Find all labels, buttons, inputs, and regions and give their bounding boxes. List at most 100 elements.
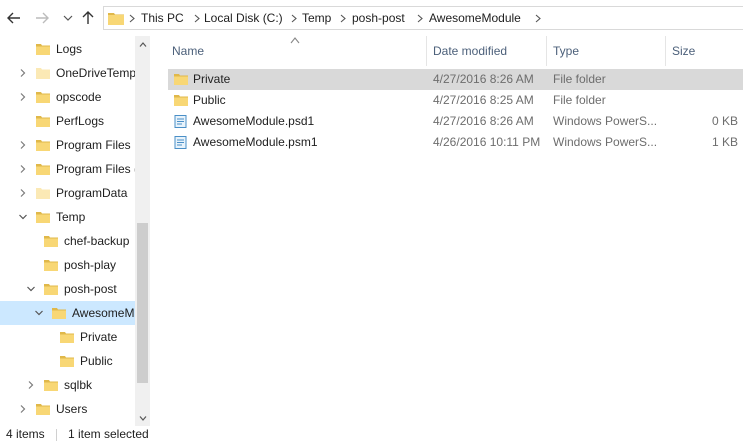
file-list-pane: Name Date modified Type Size Private 4/27… bbox=[150, 36, 743, 426]
column-header-date-modified[interactable]: Date modified bbox=[427, 36, 546, 66]
back-arrow-icon bbox=[7, 12, 20, 24]
up-arrow-icon bbox=[82, 11, 94, 24]
nav-tree-label: Users bbox=[56, 402, 88, 416]
nav-tree-item[interactable]: ProgramData bbox=[0, 181, 135, 205]
file-date-modified: 4/27/2016 8:25 AM bbox=[433, 93, 534, 107]
file-row[interactable]: Private 4/27/2016 8:26 AM File folder bbox=[168, 69, 743, 90]
nav-tree-item[interactable]: AwesomeM bbox=[0, 301, 135, 325]
nav-tree-label: opscode bbox=[56, 90, 102, 104]
chevron-right-icon[interactable] bbox=[18, 92, 28, 102]
folder-icon bbox=[36, 116, 50, 127]
file-row[interactable]: Public 4/27/2016 8:25 AM File folder bbox=[168, 90, 743, 111]
chevron-down-icon[interactable] bbox=[34, 308, 44, 318]
nav-tree-item[interactable]: chef-backup bbox=[0, 229, 135, 253]
chevron-down-icon[interactable] bbox=[18, 212, 28, 222]
file-size: 0 KB bbox=[711, 114, 738, 128]
nav-tree-item[interactable]: PerfLogs bbox=[0, 109, 135, 133]
scroll-up-button[interactable] bbox=[135, 36, 150, 52]
folder-icon bbox=[44, 284, 58, 295]
nav-tree-item[interactable]: Program Files ( bbox=[0, 157, 139, 181]
folder-icon bbox=[44, 236, 58, 247]
up-button[interactable] bbox=[80, 9, 96, 27]
back-button[interactable] bbox=[6, 9, 22, 27]
nav-tree-label: Public bbox=[80, 354, 113, 368]
item-count: 4 items bbox=[6, 427, 45, 441]
scroll-thumb[interactable] bbox=[137, 223, 148, 383]
column-header-size[interactable]: Size bbox=[666, 36, 743, 66]
nav-tree-label: AwesomeM bbox=[72, 306, 135, 320]
folder-icon bbox=[44, 380, 58, 391]
address-bar[interactable]: This PC Local Disk (C:) Temp posh-post A… bbox=[103, 6, 743, 30]
file-type: Windows PowerS... bbox=[553, 135, 658, 149]
column-header-name[interactable]: Name bbox=[166, 36, 428, 66]
file-size bbox=[673, 69, 738, 90]
chevron-right-icon[interactable] bbox=[26, 380, 36, 390]
nav-tree-item[interactable]: Logs bbox=[0, 37, 135, 61]
file-date-modified: 4/26/2016 10:11 PM bbox=[433, 135, 541, 149]
chevron-right-icon[interactable] bbox=[18, 140, 28, 150]
breadcrumb-separator-icon[interactable] bbox=[414, 7, 426, 29]
nav-tree-label: Temp bbox=[56, 210, 86, 224]
chevron-right-icon[interactable] bbox=[18, 404, 28, 414]
breadcrumb-this-pc[interactable]: This PC bbox=[141, 7, 184, 29]
file-row[interactable]: AwesomeModule.psm1 4/26/2016 10:11 PM Wind… bbox=[168, 132, 743, 153]
nav-tree-label: OneDriveTemp bbox=[56, 66, 137, 80]
nav-tree-item[interactable]: opscode bbox=[0, 85, 135, 109]
nav-tree-item[interactable]: OneDriveTemp bbox=[0, 61, 137, 85]
folder-icon bbox=[36, 404, 50, 415]
nav-tree-item[interactable]: sqlbk bbox=[0, 373, 135, 397]
folder-icon bbox=[174, 74, 188, 85]
breadcrumb-separator-icon[interactable] bbox=[288, 7, 300, 29]
chevron-right-icon[interactable] bbox=[18, 164, 28, 174]
nav-tree-label: chef-backup bbox=[64, 234, 130, 248]
file-name: AwesomeModule.psm1 bbox=[193, 135, 318, 149]
nav-tree-label: Logs bbox=[56, 42, 83, 56]
nav-tree-label: posh-post bbox=[64, 282, 117, 296]
address-toolbar: This PC Local Disk (C:) Temp posh-post A… bbox=[0, 0, 743, 36]
forward-arrow-icon bbox=[36, 12, 49, 24]
nav-tree-item[interactable]: Users bbox=[0, 397, 135, 421]
file-name: Public bbox=[193, 93, 226, 107]
folder-icon bbox=[174, 95, 188, 106]
file-type: Windows PowerS... bbox=[553, 114, 658, 128]
nav-tree-item[interactable]: Program Files bbox=[0, 133, 135, 157]
file-size bbox=[673, 90, 738, 111]
nav-tree-label: Private bbox=[80, 330, 118, 344]
chevron-down-icon bbox=[63, 15, 73, 21]
nav-tree-item[interactable]: Public bbox=[0, 349, 135, 373]
nav-tree-item[interactable]: posh-post bbox=[0, 277, 135, 301]
nav-tree-label: sqlbk bbox=[64, 378, 93, 392]
folder-icon bbox=[36, 68, 50, 79]
nav-tree-item[interactable]: Temp bbox=[0, 205, 135, 229]
chevron-down-icon[interactable] bbox=[26, 284, 36, 294]
breadcrumb-temp[interactable]: Temp bbox=[302, 7, 331, 29]
nav-tree-item[interactable]: posh-play bbox=[0, 253, 135, 277]
breadcrumb-separator-icon[interactable] bbox=[191, 7, 203, 29]
navigation-scrollbar[interactable] bbox=[135, 36, 150, 426]
file-type: File folder bbox=[553, 93, 606, 107]
nav-tree-label: Program Files bbox=[56, 138, 131, 152]
chevron-right-icon[interactable] bbox=[18, 188, 28, 198]
breadcrumb-separator-icon[interactable] bbox=[337, 7, 349, 29]
folder-icon bbox=[60, 356, 74, 367]
file-name: AwesomeModule.psd1 bbox=[193, 114, 315, 128]
folder-icon bbox=[36, 212, 50, 223]
nav-tree-label: posh-play bbox=[64, 258, 117, 272]
breadcrumb-separator-icon[interactable] bbox=[126, 7, 138, 29]
breadcrumb-separator-icon[interactable] bbox=[532, 7, 544, 29]
nav-tree-item[interactable]: Private bbox=[0, 325, 135, 349]
powershell-file-icon bbox=[174, 136, 187, 149]
file-row[interactable]: AwesomeModule.psd1 4/27/2016 8:26 AM Windo… bbox=[168, 111, 743, 132]
powershell-file-icon bbox=[174, 115, 187, 128]
recent-locations-button[interactable] bbox=[60, 9, 76, 27]
chevron-right-icon[interactable] bbox=[18, 68, 28, 78]
chevron-up-icon bbox=[139, 41, 146, 47]
breadcrumb-posh-post[interactable]: posh-post bbox=[352, 7, 405, 29]
breadcrumb-local-disk[interactable]: Local Disk (C:) bbox=[204, 7, 283, 29]
folder-icon bbox=[36, 188, 50, 199]
nav-tree-label: Program Files ( bbox=[56, 162, 139, 176]
column-header-type[interactable]: Type bbox=[547, 36, 665, 66]
breadcrumb-awesomemodule[interactable]: AwesomeModule bbox=[429, 7, 521, 29]
forward-button[interactable] bbox=[34, 9, 50, 27]
scroll-down-button[interactable] bbox=[135, 410, 150, 426]
